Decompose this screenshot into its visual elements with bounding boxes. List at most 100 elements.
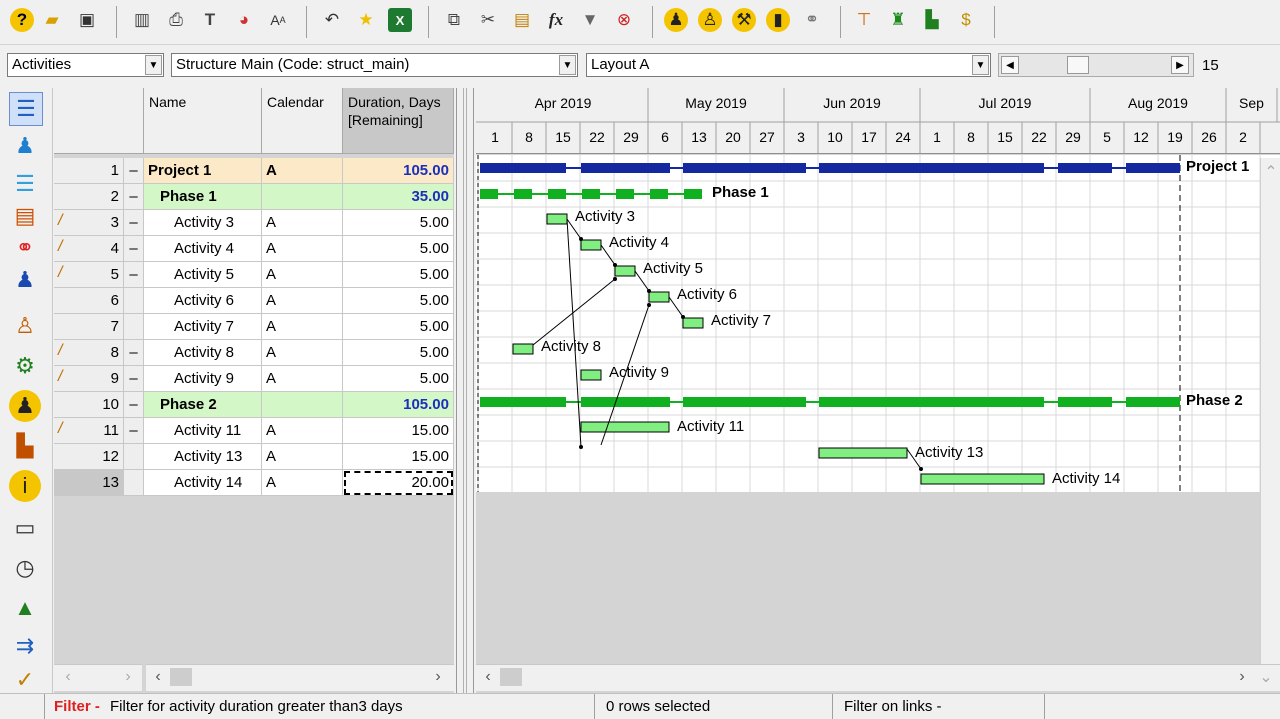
pane-splitter[interactable] (456, 88, 474, 693)
columns-icon[interactable]: ▥ (130, 8, 154, 32)
duration-cell[interactable]: 105.00 (343, 392, 454, 418)
scrollbar-thumb[interactable] (170, 668, 192, 686)
font-size-icon[interactable]: AA (266, 8, 290, 32)
calendar-cell[interactable]: A (262, 314, 343, 340)
resource-assignment-icon[interactable]: ♙ (9, 310, 41, 342)
gantt-vertical-scrollbar[interactable]: ⌃ (1260, 158, 1280, 664)
activity-bar[interactable] (682, 317, 704, 329)
name-cell[interactable]: Phase 2 (144, 392, 262, 418)
row-header-scrollbar[interactable]: ‹ › (54, 664, 142, 691)
phase2-bar-segment[interactable] (1058, 397, 1112, 407)
table-row[interactable]: / 11 – Activity 11 A 15.00 (54, 418, 454, 444)
filter-columns-icon[interactable]: T (198, 8, 222, 32)
resource-walk-icon[interactable]: ♟ (664, 8, 688, 32)
chevron-down-icon[interactable]: ▼ (972, 55, 989, 75)
chevron-left-icon[interactable]: ◀ (1001, 56, 1019, 74)
gantt-horizontal-scrollbar[interactable]: ‹ › ⌄ (476, 664, 1280, 691)
team-view-icon[interactable]: ♟ (9, 390, 41, 422)
zoom-slider[interactable]: ◀ ▶ (998, 53, 1194, 77)
link-icon[interactable]: ⚭ (800, 8, 824, 32)
activity-bar[interactable] (512, 343, 534, 355)
phase1-bar-segment[interactable] (616, 189, 634, 199)
paste-icon[interactable]: ▤ (510, 8, 534, 32)
project-bar-segment[interactable] (581, 163, 670, 173)
collapse-toggle[interactable]: – (124, 184, 144, 210)
row-number-cell[interactable]: / 8 (54, 340, 124, 366)
resources-view-icon[interactable]: ♟ (9, 264, 41, 296)
row-number-cell[interactable]: / 9 (54, 366, 124, 392)
project-bar-segment[interactable] (1126, 163, 1180, 173)
collapse-toggle[interactable]: – (124, 158, 144, 184)
calendar-clock-icon[interactable]: ◷ (9, 552, 41, 584)
duration-cell[interactable]: 15.00 (343, 418, 454, 444)
table-row[interactable]: / 13 Activity 14 A 20.00 (54, 470, 454, 496)
name-cell[interactable]: Activity 3 (144, 210, 262, 236)
activity-bar[interactable] (546, 213, 568, 225)
clear-filter-icon[interactable]: ⊗ (612, 8, 636, 32)
duration-cell[interactable]: 5.00 (343, 340, 454, 366)
row-number-cell[interactable]: / 13 (54, 470, 124, 496)
calendar-cell[interactable]: A (262, 158, 343, 184)
collapse-toggle[interactable]: – (124, 262, 144, 288)
column-header-duration[interactable]: Duration, Days [Remaining] (343, 88, 454, 154)
formula-icon[interactable]: fx (544, 8, 568, 32)
print-icon[interactable]: ⎙ (164, 8, 188, 32)
phase1-bar-segment[interactable] (548, 189, 566, 199)
name-cell[interactable]: Phase 1 (144, 184, 262, 210)
chevron-left-icon[interactable]: ‹ (58, 667, 78, 687)
table-row[interactable]: / 7 Activity 7 A 5.00 (54, 314, 454, 340)
table-row[interactable]: / 6 Activity 6 A 5.00 (54, 288, 454, 314)
undo-icon[interactable]: ↶ (320, 8, 344, 32)
help-icon[interactable]: ? (10, 8, 34, 32)
table-row[interactable]: / 4 – Activity 4 A 5.00 (54, 236, 454, 262)
name-cell[interactable]: Activity 7 (144, 314, 262, 340)
duration-cell[interactable]: 35.00 (343, 184, 454, 210)
project-bar-segment[interactable] (819, 163, 1044, 173)
links-view-icon[interactable]: ⚭ (9, 232, 41, 264)
calendar-cell[interactable]: A (262, 418, 343, 444)
resource-person-icon[interactable]: ♙ (698, 8, 722, 32)
money-icon[interactable]: $ (954, 8, 978, 32)
resource-tool-icon[interactable]: ⚒ (732, 8, 756, 32)
duration-cell[interactable]: 5.00 (343, 288, 454, 314)
row-number-cell[interactable]: / 12 (54, 444, 124, 470)
collapse-toggle[interactable]: – (124, 340, 144, 366)
collapse-toggle[interactable]: – (124, 418, 144, 444)
duration-cell[interactable]: 5.00 (343, 262, 454, 288)
row-number-cell[interactable]: / 11 (54, 418, 124, 444)
table-row[interactable]: / 3 – Activity 3 A 5.00 (54, 210, 454, 236)
name-cell[interactable]: Project 1 (144, 158, 262, 184)
activity-bar[interactable] (580, 369, 602, 381)
collapse-toggle[interactable]: – (124, 392, 144, 418)
org-structure-icon[interactable]: ⊤ (852, 8, 876, 32)
table-row[interactable]: / 5 – Activity 5 A 5.00 (54, 262, 454, 288)
row-number-cell[interactable]: / 5 (54, 262, 124, 288)
row-number-cell[interactable]: / 1 (54, 158, 124, 184)
collapse-toggle[interactable] (124, 314, 144, 340)
duration-cell[interactable]: 15.00 (343, 444, 454, 470)
name-cell[interactable]: Activity 4 (144, 236, 262, 262)
table-row[interactable]: / 12 Activity 13 A 15.00 (54, 444, 454, 470)
row-number-cell[interactable]: / 2 (54, 184, 124, 210)
excel-icon[interactable]: X (388, 8, 412, 32)
activity-bar[interactable] (920, 473, 1045, 485)
phase1-bar-segment[interactable] (650, 189, 668, 199)
activity-bar[interactable] (818, 447, 908, 459)
layout-select[interactable]: Layout A ▼ (586, 53, 991, 77)
filter-icon[interactable]: ▼ (578, 8, 602, 32)
project-bar-segment[interactable] (683, 163, 806, 173)
phase1-bar-segment[interactable] (514, 189, 532, 199)
chevron-down-icon[interactable]: ⌄ (1256, 667, 1276, 687)
assignment-arrows-icon[interactable]: ⇉ (9, 630, 41, 662)
chevron-right-icon[interactable]: ▶ (1171, 56, 1189, 74)
info-view-icon[interactable]: i (9, 470, 41, 502)
checklist-icon[interactable]: ✓ (9, 664, 41, 696)
table-row[interactable]: / 8 – Activity 8 A 5.00 (54, 340, 454, 366)
chevron-left-icon[interactable]: ‹ (148, 667, 168, 687)
activity-bar[interactable] (648, 291, 670, 303)
calendar-cell[interactable]: A (262, 262, 343, 288)
phase1-bar-segment[interactable] (684, 189, 702, 199)
resource-material-icon[interactable]: ▮ (766, 8, 790, 32)
chart-bars-icon[interactable]: ▙ (920, 8, 944, 32)
tools-view-icon[interactable]: ⚙ (9, 350, 41, 382)
